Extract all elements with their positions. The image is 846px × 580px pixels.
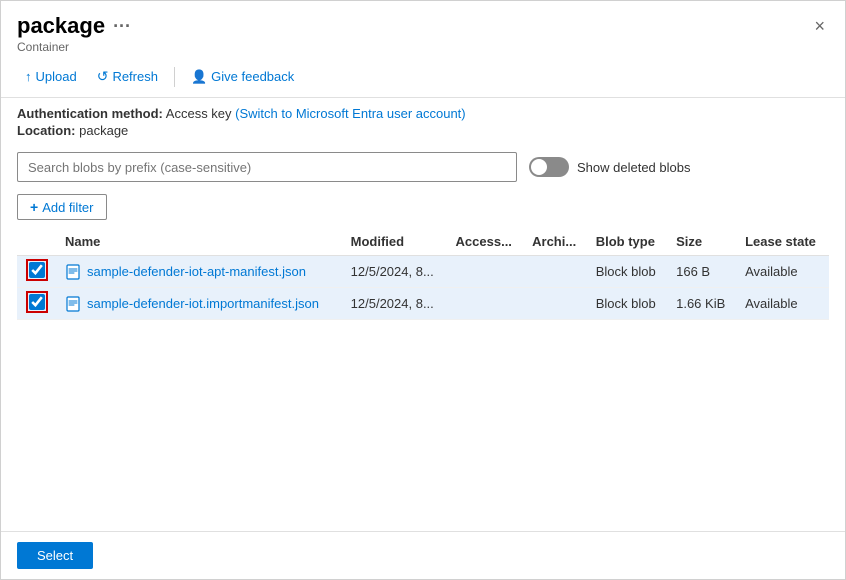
file-link-0[interactable]: sample-defender-iot-apt-manifest.json [87, 264, 306, 279]
panel-title-text: package [17, 13, 105, 39]
row-lease-state-1: Available [737, 288, 829, 320]
table-container: Name Modified Access... Archi... Blob ty… [1, 228, 845, 531]
upload-button[interactable]: ↑ Upload [17, 65, 85, 88]
filter-row: + Add filter [1, 188, 845, 228]
row-name-1: sample-defender-iot.importmanifest.json [57, 288, 343, 320]
refresh-label: Refresh [112, 69, 158, 84]
file-name-cell: sample-defender-iot.importmanifest.json [65, 296, 335, 312]
row-name-0: sample-defender-iot-apt-manifest.json [57, 256, 343, 288]
feedback-icon: 👤 [191, 69, 207, 85]
close-button[interactable]: × [810, 13, 829, 39]
row-size-0: 166 B [668, 256, 737, 288]
row-size-1: 1.66 KiB [668, 288, 737, 320]
col-modified: Modified [343, 228, 448, 256]
blobs-table: Name Modified Access... Archi... Blob ty… [17, 228, 829, 320]
file-link-1[interactable]: sample-defender-iot.importmanifest.json [87, 296, 319, 311]
table-row: sample-defender-iot-apt-manifest.json 12… [17, 256, 829, 288]
panel-title-area: package ··· Container [17, 13, 131, 54]
search-row: Show deleted blobs [1, 146, 845, 188]
show-deleted-toggle[interactable] [529, 157, 569, 177]
col-checkbox [17, 228, 57, 256]
col-archive: Archi... [524, 228, 588, 256]
file-name-cell: sample-defender-iot-apt-manifest.json [65, 264, 335, 280]
col-name: Name [57, 228, 343, 256]
row-modified-0: 12/5/2024, 8... [343, 256, 448, 288]
feedback-label: Give feedback [211, 69, 294, 84]
row-blob-type-0: Block blob [588, 256, 668, 288]
table-row: sample-defender-iot.importmanifest.json … [17, 288, 829, 320]
col-size: Size [668, 228, 737, 256]
col-blob-type: Blob type [588, 228, 668, 256]
auth-method-value: Access key [166, 106, 235, 121]
toggle-area: Show deleted blobs [529, 157, 690, 177]
panel-footer: Select [1, 531, 845, 579]
file-icon [65, 264, 81, 280]
location-label: Location: [17, 123, 76, 138]
row-checkbox-cell [17, 256, 57, 288]
row-blob-type-1: Block blob [588, 288, 668, 320]
row-archive-0 [524, 256, 588, 288]
location-value: package [79, 123, 128, 138]
refresh-button[interactable]: ↺ Refresh [89, 64, 166, 89]
panel-title-ellipsis[interactable]: ··· [113, 16, 131, 37]
col-lease-state: Lease state [737, 228, 829, 256]
auth-method-label: Authentication method: [17, 106, 163, 121]
panel-header: package ··· Container × [1, 1, 845, 58]
toolbar-divider [174, 67, 175, 87]
select-button[interactable]: Select [17, 542, 93, 569]
row-checkbox-1[interactable] [29, 294, 45, 310]
upload-label: Upload [36, 69, 77, 84]
upload-icon: ↑ [25, 69, 32, 84]
row-checkbox-0[interactable] [29, 262, 45, 278]
auth-info: Authentication method: Access key (Switc… [1, 98, 845, 146]
file-icon [65, 296, 81, 312]
auth-method-line: Authentication method: Access key (Switc… [17, 106, 829, 121]
show-deleted-label: Show deleted blobs [577, 160, 690, 175]
row-checkbox-cell [17, 288, 57, 320]
add-filter-icon: + [30, 199, 38, 215]
auth-switch-link[interactable]: (Switch to Microsoft Entra user account) [235, 106, 465, 121]
location-line: Location: package [17, 123, 829, 138]
row-lease-state-0: Available [737, 256, 829, 288]
row-archive-1 [524, 288, 588, 320]
panel: package ··· Container × ↑ Upload ↺ Refre… [0, 0, 846, 580]
row-access-0 [448, 256, 525, 288]
panel-subtitle: Container [17, 40, 131, 54]
toolbar: ↑ Upload ↺ Refresh 👤 Give feedback [1, 58, 845, 98]
table-header-row: Name Modified Access... Archi... Blob ty… [17, 228, 829, 256]
search-input[interactable] [17, 152, 517, 182]
refresh-icon: ↺ [97, 68, 109, 85]
row-modified-1: 12/5/2024, 8... [343, 288, 448, 320]
add-filter-button[interactable]: + Add filter [17, 194, 107, 220]
add-filter-label: Add filter [42, 200, 93, 215]
col-access: Access... [448, 228, 525, 256]
row-access-1 [448, 288, 525, 320]
feedback-button[interactable]: 👤 Give feedback [183, 65, 302, 89]
panel-title: package ··· [17, 13, 131, 39]
